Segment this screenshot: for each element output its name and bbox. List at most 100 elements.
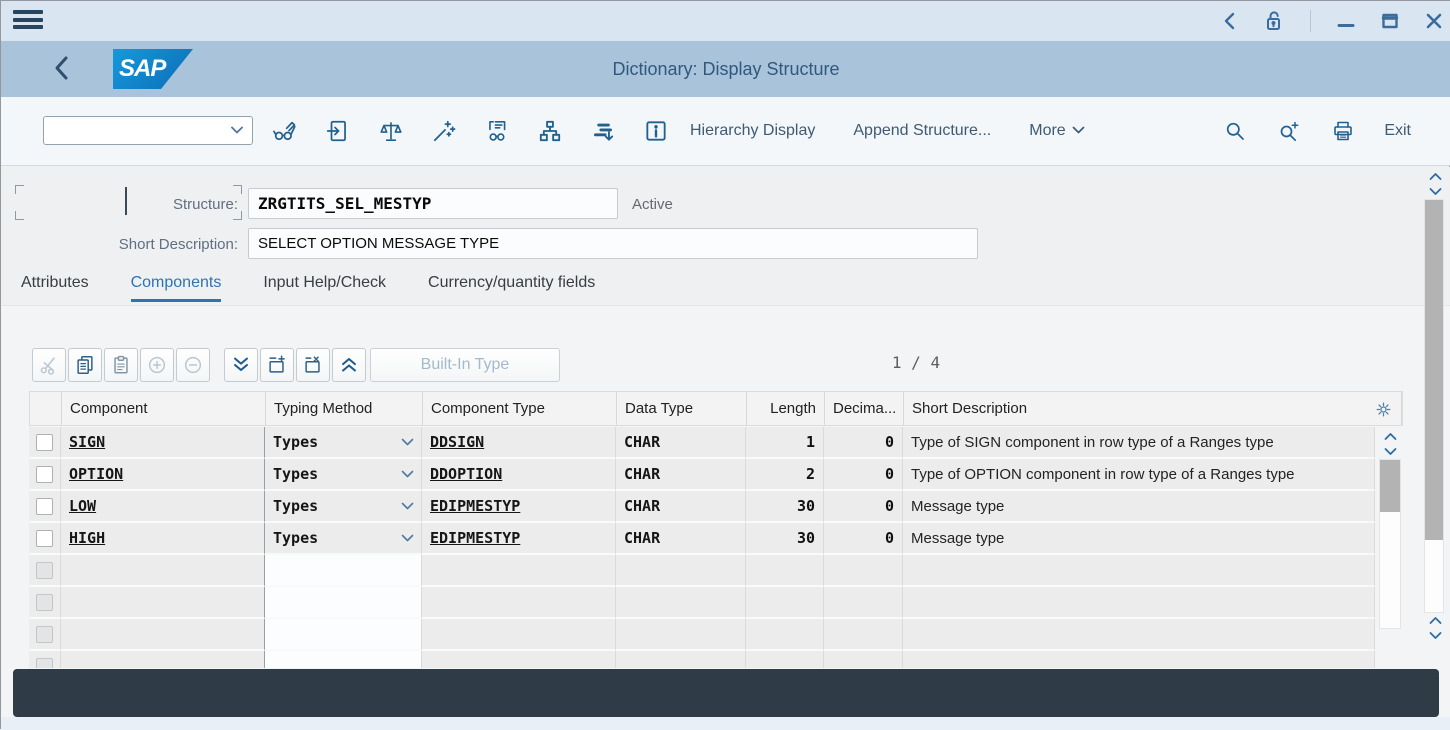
header-length[interactable]: Length — [747, 392, 825, 425]
lock-icon[interactable] — [1262, 9, 1284, 33]
insert-row-button[interactable] — [260, 348, 294, 382]
app-header: SAP Dictionary: Display Structure — [1, 41, 1450, 97]
component-cell[interactable]: LOW — [61, 491, 265, 523]
header-short-description[interactable]: Short Description — [904, 392, 1402, 425]
typing-method-cell[interactable] — [265, 587, 422, 619]
window-scroll-down-icon[interactable] — [1424, 184, 1446, 199]
object-list-icon[interactable] — [590, 118, 616, 144]
tab-attributes[interactable]: Attributes — [21, 274, 89, 302]
dropdown-chevron-icon — [401, 438, 414, 447]
insert-line-button[interactable] — [140, 348, 174, 382]
more-menu-button[interactable]: More — [1029, 122, 1084, 140]
typing-method-cell[interactable]: Types — [265, 491, 422, 523]
minimize-icon[interactable] — [1337, 12, 1355, 30]
append-structure-button[interactable]: Append Structure... — [853, 122, 991, 140]
pattern-wand-icon[interactable] — [431, 118, 457, 144]
compare-scale-icon[interactable] — [378, 118, 404, 144]
display-change-icon[interactable] — [272, 118, 298, 144]
row-select-cell[interactable] — [29, 459, 61, 491]
row-checkbox[interactable] — [36, 466, 53, 483]
tab-components[interactable]: Components — [131, 274, 222, 302]
window-scroll-up2-icon[interactable] — [1424, 613, 1446, 628]
window-scroll-up-icon[interactable] — [1424, 169, 1446, 184]
header-decimals[interactable]: Decima... — [825, 392, 904, 425]
component-type-cell[interactable] — [422, 651, 616, 668]
builtin-type-button[interactable]: Built-In Type — [370, 348, 560, 382]
component-type-cell[interactable]: EDIPMESTYP — [422, 523, 616, 555]
close-icon[interactable] — [1425, 12, 1443, 30]
status-bar — [13, 669, 1439, 717]
header-component[interactable]: Component — [62, 392, 266, 425]
window-scroll-down2-icon[interactable] — [1424, 628, 1446, 643]
table-scroll-up-icon[interactable] — [1379, 429, 1401, 444]
find-next-icon[interactable] — [1276, 118, 1302, 144]
information-icon[interactable] — [643, 118, 669, 144]
component-cell[interactable]: OPTION — [61, 459, 265, 491]
window-scrollbar-thumb[interactable] — [1425, 200, 1443, 540]
cut-button[interactable] — [32, 348, 66, 382]
hierarchy-display-button[interactable]: Hierarchy Display — [690, 122, 815, 140]
row-select-cell[interactable] — [29, 619, 61, 651]
table-scroll-down-icon[interactable] — [1379, 444, 1401, 459]
hamburger-menu-icon[interactable] — [13, 10, 43, 32]
tab-currency-quantity-fields[interactable]: Currency/quantity fields — [428, 274, 595, 302]
maximize-icon[interactable] — [1381, 12, 1399, 30]
table-scrollbar[interactable] — [1379, 429, 1401, 629]
row-select-cell[interactable] — [29, 523, 61, 555]
row-select-cell[interactable] — [29, 427, 61, 459]
row-checkbox[interactable] — [36, 658, 53, 669]
component-type-cell[interactable]: DDOPTION — [422, 459, 616, 491]
component-type-cell[interactable] — [422, 587, 616, 619]
row-select-cell[interactable] — [29, 651, 61, 668]
structure-input[interactable]: ZRGTITS_SEL_MESTYP — [248, 188, 618, 219]
typing-method-cell[interactable] — [265, 651, 422, 668]
row-checkbox[interactable] — [36, 498, 53, 515]
command-field[interactable] — [43, 116, 253, 145]
header-data-type[interactable]: Data Type — [617, 392, 747, 425]
short-description-input[interactable]: SELECT OPTION MESSAGE TYPE — [248, 228, 978, 259]
typing-method-cell[interactable]: Types — [265, 427, 422, 459]
table-scrollbar-thumb[interactable] — [1380, 460, 1400, 512]
component-cell[interactable] — [61, 619, 265, 651]
header-typing-method[interactable]: Typing Method — [266, 392, 423, 425]
row-checkbox[interactable] — [36, 626, 53, 643]
component-cell[interactable] — [61, 555, 265, 587]
component-cell[interactable]: HIGH — [61, 523, 265, 555]
exit-button[interactable]: Exit — [1384, 122, 1411, 140]
move-down-button[interactable] — [224, 348, 258, 382]
paste-button[interactable] — [104, 348, 138, 382]
row-checkbox[interactable] — [36, 562, 53, 579]
short-description-label: Short Description: — [1, 236, 238, 253]
header-component-type[interactable]: Component Type — [423, 392, 617, 425]
row-checkbox[interactable] — [36, 594, 53, 611]
tab-input-help-check[interactable]: Input Help/Check — [263, 274, 386, 302]
find-icon[interactable] — [1222, 118, 1248, 144]
row-checkbox[interactable] — [36, 434, 53, 451]
typing-method-cell[interactable] — [265, 555, 422, 587]
delete-row-button[interactable] — [296, 348, 330, 382]
typing-method-cell[interactable]: Types — [265, 523, 422, 555]
print-icon[interactable] — [1330, 118, 1356, 144]
table-settings-gear-icon[interactable] — [1374, 400, 1393, 419]
row-checkbox[interactable] — [36, 530, 53, 547]
delete-line-button[interactable] — [176, 348, 210, 382]
where-used-list-icon[interactable] — [484, 118, 510, 144]
component-cell[interactable]: SIGN — [61, 427, 265, 459]
component-type-cell[interactable]: DDSIGN — [422, 427, 616, 459]
component-type-cell[interactable] — [422, 619, 616, 651]
hierarchy-icon[interactable] — [537, 118, 563, 144]
copy-object-icon[interactable] — [325, 118, 351, 144]
component-cell[interactable] — [61, 651, 265, 668]
component-type-cell[interactable]: EDIPMESTYP — [422, 491, 616, 523]
move-up-button[interactable] — [332, 348, 366, 382]
copy-button[interactable] — [68, 348, 102, 382]
row-select-cell[interactable] — [29, 587, 61, 619]
back-chevron-icon[interactable] — [1222, 12, 1236, 30]
typing-method-cell[interactable] — [265, 619, 422, 651]
row-select-cell[interactable] — [29, 555, 61, 587]
row-select-cell[interactable] — [29, 491, 61, 523]
window-scrollbar[interactable] — [1424, 169, 1444, 643]
component-type-cell[interactable] — [422, 555, 616, 587]
component-cell[interactable] — [61, 587, 265, 619]
typing-method-cell[interactable]: Types — [265, 459, 422, 491]
